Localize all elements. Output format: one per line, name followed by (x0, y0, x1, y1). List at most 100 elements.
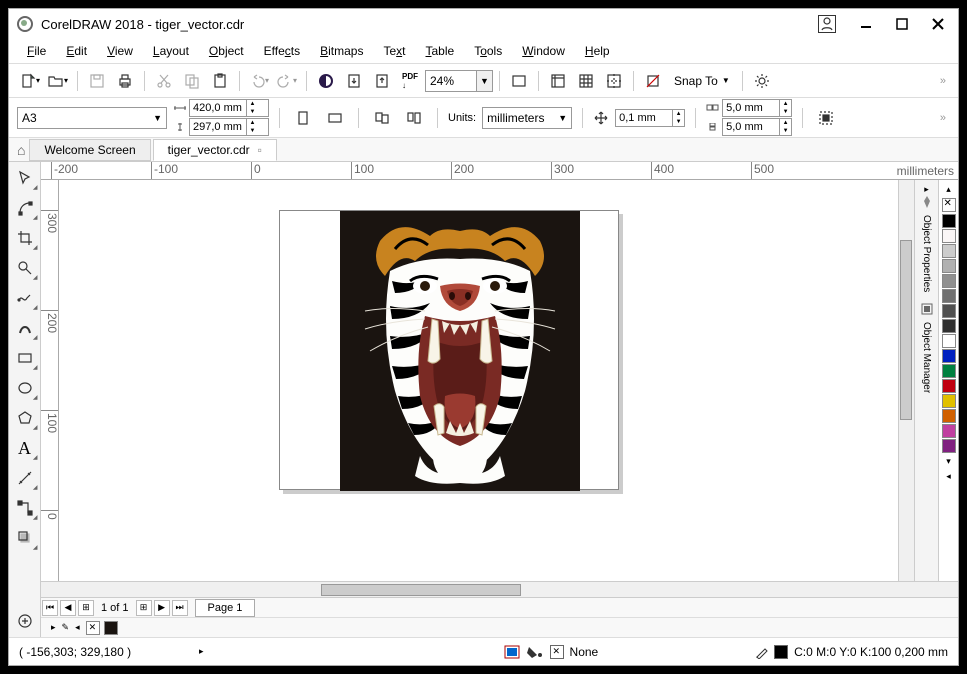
polygon-tool[interactable]: ◢ (11, 404, 39, 432)
text-tool[interactable]: A◢ (11, 434, 39, 462)
horizontal-scrollbar[interactable] (41, 581, 958, 597)
propbar-overflow-icon[interactable]: » (940, 112, 946, 124)
tab-close-icon[interactable]: ▫ (258, 143, 262, 157)
nudge-input[interactable]: ▲▼ (615, 109, 685, 127)
color-swatch[interactable] (942, 394, 956, 408)
landscape-button[interactable] (322, 105, 348, 131)
next-page-button[interactable]: ▶ (154, 600, 170, 616)
menu-tools[interactable]: Tools (466, 41, 510, 61)
swatch-none[interactable] (942, 198, 956, 212)
copy-button[interactable] (179, 68, 205, 94)
menu-table[interactable]: Table (418, 41, 463, 61)
object-manager-icon[interactable] (920, 302, 934, 316)
snap-off-button[interactable] (640, 68, 666, 94)
color-swatch[interactable] (942, 334, 956, 348)
search-content-button[interactable] (313, 68, 339, 94)
open-button[interactable]: ▾ (45, 68, 71, 94)
artwork-tiger[interactable] (340, 211, 580, 491)
page-size-select[interactable]: A3▼ (17, 107, 167, 129)
show-guidelines-button[interactable] (601, 68, 627, 94)
undo-button[interactable]: ▾ (246, 68, 272, 94)
maximize-button[interactable] (890, 12, 914, 36)
new-button[interactable]: ▾ (17, 68, 43, 94)
paste-button[interactable] (207, 68, 233, 94)
minimize-button[interactable] (854, 12, 878, 36)
fill-swatch-none[interactable] (550, 645, 564, 659)
menu-edit[interactable]: Edit (58, 41, 95, 61)
add-page-after-button[interactable]: ⊞ (136, 600, 152, 616)
menu-text[interactable]: Text (375, 41, 413, 61)
docpalette-left-icon[interactable]: ◂ (73, 620, 82, 635)
menu-help[interactable]: Help (577, 41, 618, 61)
tab-welcome[interactable]: Welcome Screen (29, 139, 150, 161)
ellipse-tool[interactable]: ◢ (11, 374, 39, 402)
eyedropper-icon[interactable]: ✎ (62, 622, 70, 633)
duplicate-y-input[interactable]: ▲▼ (722, 118, 792, 136)
zoom-field[interactable] (426, 71, 476, 91)
fill-icon[interactable] (526, 645, 544, 659)
page-width-input[interactable]: ▲▼ (189, 99, 269, 117)
cut-button[interactable] (151, 68, 177, 94)
color-swatch[interactable] (942, 214, 956, 228)
show-rulers-button[interactable] (545, 68, 571, 94)
zoom-tool[interactable]: ◢ (11, 254, 39, 282)
vertical-ruler[interactable]: 3002001000 (41, 180, 59, 581)
current-page-button[interactable] (401, 105, 427, 131)
pen-outline-icon[interactable] (754, 645, 768, 659)
shape-tool[interactable]: ◢ (11, 194, 39, 222)
color-swatch[interactable] (942, 439, 956, 453)
save-button[interactable] (84, 68, 110, 94)
effects-tool[interactable]: ◢ (11, 524, 39, 552)
redo-button[interactable]: ▾ (274, 68, 300, 94)
freehand-tool[interactable]: ◢ (11, 284, 39, 312)
fullscreen-preview-button[interactable] (506, 68, 532, 94)
color-swatch[interactable] (942, 244, 956, 258)
color-swatch[interactable] (942, 319, 956, 333)
color-swatch[interactable] (942, 424, 956, 438)
color-swatch[interactable] (942, 409, 956, 423)
crop-tool[interactable]: ◢ (11, 224, 39, 252)
snap-to-dropdown[interactable]: Snap To ▼ (668, 69, 736, 93)
duplicate-x-input[interactable]: ▲▼ (722, 99, 792, 117)
color-swatch[interactable] (942, 304, 956, 318)
docker-object-manager[interactable]: Object Manager (919, 316, 934, 399)
toolbar-overflow-icon[interactable]: » (940, 75, 946, 87)
color-swatch[interactable] (942, 379, 956, 393)
print-button[interactable] (112, 68, 138, 94)
dimension-tool[interactable]: ◢ (11, 464, 39, 492)
all-pages-button[interactable] (369, 105, 395, 131)
color-swatch[interactable] (942, 289, 956, 303)
tab-document[interactable]: tiger_vector.cdr▫ (153, 139, 277, 161)
pick-tool[interactable]: ◢ (11, 164, 39, 192)
page-tab-1[interactable]: Page 1 (195, 599, 256, 617)
prev-page-button[interactable]: ◀ (60, 600, 76, 616)
color-swatch[interactable] (942, 364, 956, 378)
home-icon[interactable]: ⌂ (17, 142, 25, 158)
menu-view[interactable]: View (99, 41, 141, 61)
menu-window[interactable]: Window (514, 41, 573, 61)
docpalette-swatch[interactable] (104, 621, 118, 635)
last-page-button[interactable]: ⏭ (172, 600, 188, 616)
color-swatch[interactable] (942, 229, 956, 243)
palette-down-icon[interactable]: ▾ (944, 454, 953, 469)
export-button[interactable] (369, 68, 395, 94)
color-swatch[interactable] (942, 274, 956, 288)
palette-flyout-icon[interactable]: ◂ (944, 469, 953, 484)
add-page-before-button[interactable]: ⊞ (78, 600, 94, 616)
outline-swatch[interactable] (774, 645, 788, 659)
first-page-button[interactable]: ⏮ (42, 600, 58, 616)
connector-tool[interactable]: ◢ (11, 494, 39, 522)
page-height-input[interactable]: ▲▼ (189, 118, 269, 136)
docker-expand-icon[interactable]: ▸ (924, 184, 929, 195)
vertical-scrollbar[interactable] (898, 180, 914, 581)
close-button[interactable] (926, 12, 950, 36)
account-icon[interactable] (818, 15, 836, 33)
horizontal-ruler[interactable]: -200-1000100200300400500 millimeters (41, 162, 958, 180)
color-swatch[interactable] (942, 349, 956, 363)
publish-pdf-button[interactable]: PDF↓ (397, 68, 423, 94)
options-button[interactable] (749, 68, 775, 94)
import-button[interactable] (341, 68, 367, 94)
docpalette-none[interactable]: ✕ (86, 621, 100, 635)
docpalette-menu-icon[interactable]: ▸ (49, 620, 58, 635)
coords-flyout-icon[interactable]: ▸ (199, 646, 204, 657)
